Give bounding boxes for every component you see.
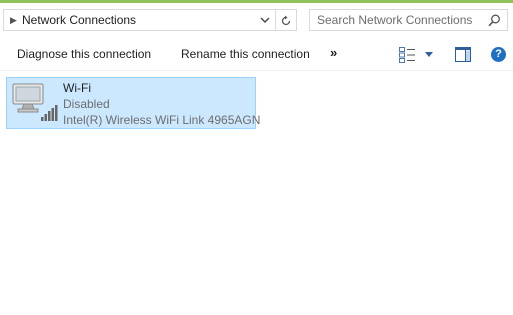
address-path[interactable]: Network Connections	[22, 13, 136, 27]
search-input[interactable]: Search Network Connections	[317, 13, 472, 27]
help-button[interactable]: ?	[491, 47, 506, 62]
address-history-dropdown[interactable]	[255, 10, 275, 30]
more-commands-button[interactable]: »	[330, 45, 337, 60]
view-options-dropdown-icon[interactable]	[425, 52, 433, 57]
refresh-icon	[281, 15, 291, 26]
wifi-adapter-icon	[12, 83, 58, 121]
search-icon[interactable]	[488, 14, 501, 27]
preview-pane-icon[interactable]	[455, 47, 471, 62]
connection-status: Disabled	[63, 97, 110, 111]
chevron-down-icon	[260, 17, 270, 23]
address-bar[interactable]: ▶ Network Connections	[3, 9, 297, 31]
rename-connection-button[interactable]: Rename this connection	[181, 47, 310, 61]
window-top-accent	[0, 0, 513, 3]
refresh-button[interactable]	[275, 10, 298, 30]
search-box[interactable]: Search Network Connections	[309, 9, 508, 31]
chevron-right-icon[interactable]: ▶	[10, 15, 17, 26]
connection-item-wifi[interactable]: Wi-Fi Disabled Intel(R) Wireless WiFi Li…	[6, 77, 260, 129]
connection-name: Wi-Fi	[63, 81, 91, 95]
connection-device: Intel(R) Wireless WiFi Link 4965AGN	[63, 113, 261, 127]
diagnose-connection-button[interactable]: Diagnose this connection	[17, 47, 151, 61]
change-view-icon[interactable]	[399, 47, 416, 63]
command-bar: Diagnose this connection Rename this con…	[0, 40, 513, 71]
